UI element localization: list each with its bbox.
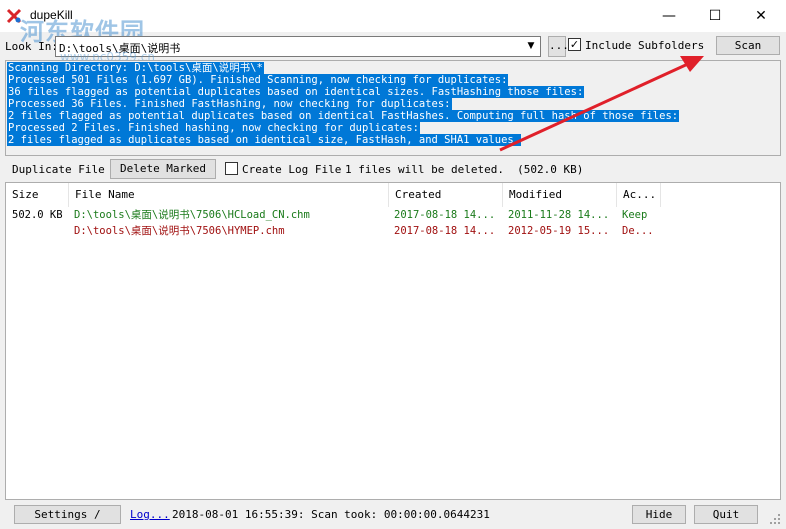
- hide-button[interactable]: Hide: [632, 505, 686, 524]
- settings-button[interactable]: Settings /: [14, 505, 121, 524]
- include-subfolders-checkbox[interactable]: ✓: [568, 38, 581, 51]
- delete-summary-text: 1 files will be deleted. (502.0 KB): [345, 163, 584, 176]
- create-log-checkbox[interactable]: [225, 162, 238, 175]
- minimize-icon: —: [662, 8, 676, 24]
- log-line: 2 files flagged as potential duplicates …: [7, 110, 680, 122]
- close-button[interactable]: ✕: [738, 0, 784, 32]
- log-line: Processed 36 Files. Finished FastHashing…: [7, 98, 452, 110]
- column-header-file-name[interactable]: File Name: [69, 183, 389, 207]
- checkmark-icon: ✓: [569, 38, 580, 51]
- row-created: 2017-08-18 14...: [394, 225, 496, 237]
- log-link[interactable]: Log...: [130, 508, 170, 521]
- scan-status-text: 2018-08-01 16:55:39: Scan took: 00:00:00…: [172, 508, 490, 521]
- row-size: 502.0 KB: [12, 209, 63, 221]
- column-header-modified[interactable]: Modified: [503, 183, 617, 207]
- row-size: [12, 223, 68, 239]
- log-line: 36 files flagged as potential duplicates…: [7, 86, 585, 98]
- row-action: Keep: [622, 209, 648, 221]
- maximize-icon: ☐: [708, 8, 722, 24]
- log-line: Processed 2 Files. Finished hashing, now…: [7, 122, 420, 134]
- create-log-label: Create Log File: [242, 163, 342, 176]
- include-subfolders-label: Include Subfolders: [585, 39, 705, 52]
- row-file-name: D:\tools\桌面\说明书\7506\HYMEP.chm: [74, 225, 285, 237]
- browse-button[interactable]: ...: [548, 36, 569, 57]
- row-action: De...: [622, 225, 654, 237]
- title-bar: dupeKill 河东软件园 — ☐ ✕: [0, 0, 786, 46]
- column-header-action[interactable]: Ac...: [617, 183, 661, 207]
- row-file-name: D:\tools\桌面\说明书\7506\HCLoad_CN.chm: [74, 209, 310, 221]
- log-line: 2 files flagged as duplicates based on i…: [7, 134, 522, 146]
- chevron-down-icon[interactable]: ▼: [524, 39, 538, 54]
- row-modified: 2011-11-28 14...: [508, 209, 610, 221]
- quit-button[interactable]: Quit: [694, 505, 758, 524]
- scan-log-textbox[interactable]: Scanning Directory: D:\tools\桌面\说明书\* Pr…: [5, 60, 781, 156]
- log-line: Scanning Directory: D:\tools\桌面\说明书\*: [7, 62, 264, 74]
- look-in-label: Look In:: [5, 40, 58, 53]
- delete-marked-button[interactable]: Delete Marked: [110, 159, 216, 179]
- log-line: Processed 501 Files (1.697 GB). Finished…: [7, 74, 509, 86]
- row-created: 2017-08-18 14...: [394, 209, 496, 221]
- duplicate-file-list[interactable]: Size File Name Created Modified Ac... 50…: [5, 182, 781, 500]
- minimize-button[interactable]: —: [646, 0, 692, 32]
- column-header-created[interactable]: Created: [389, 183, 503, 207]
- maximize-button[interactable]: ☐: [692, 0, 738, 32]
- close-icon: ✕: [755, 8, 767, 24]
- resize-grip-icon[interactable]: [766, 510, 782, 526]
- column-header-size[interactable]: Size: [6, 183, 69, 207]
- duplicate-file-list-label: Duplicate File L: [12, 163, 118, 176]
- row-modified: 2012-05-19 15...: [508, 225, 610, 237]
- scan-button[interactable]: Scan: [716, 36, 780, 55]
